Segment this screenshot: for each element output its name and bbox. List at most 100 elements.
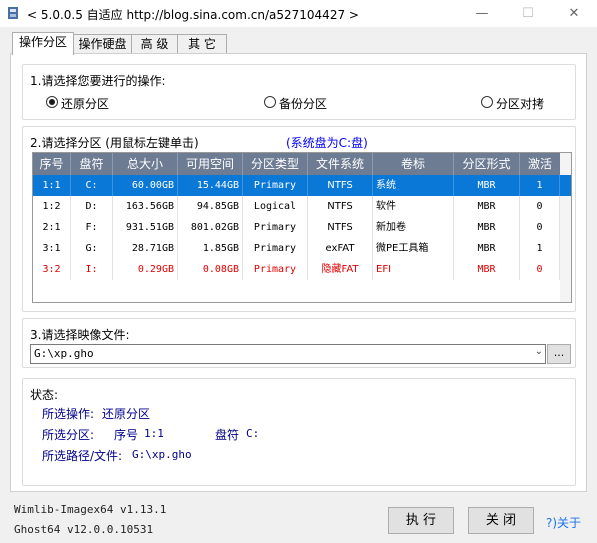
cell-type: Logical bbox=[243, 196, 308, 217]
cell-active: 1 bbox=[520, 238, 560, 259]
cell-form: MBR bbox=[454, 238, 520, 259]
status-part-idx: 1:1 bbox=[144, 427, 164, 440]
cell-letter: F: bbox=[71, 217, 113, 238]
partition-table[interactable]: 序号 盘符 总大小 可用空间 分区类型 文件系统 卷标 分区形式 激活 1:1 C… bbox=[32, 152, 572, 303]
table-row[interactable]: 2:1 F: 931.51GB 801.02GB Primary NTFS 新加卷 MBR 0 bbox=[33, 217, 571, 238]
cell-type: Primary bbox=[243, 217, 308, 238]
image-prompt: 3.请选择映像文件: bbox=[30, 328, 130, 342]
cell-fs: exFAT bbox=[308, 238, 373, 259]
image-file-combo[interactable]: G:\xp.gho ⌄ bbox=[30, 344, 546, 364]
cell-total: 163.56GB bbox=[113, 196, 178, 217]
cell-active: 0 bbox=[520, 259, 560, 280]
tab-other[interactable]: 其 它 bbox=[177, 34, 227, 54]
image-file-value: G:\xp.gho bbox=[34, 347, 94, 360]
table-header: 序号 盘符 总大小 可用空间 分区类型 文件系统 卷标 分区形式 激活 bbox=[33, 153, 571, 175]
cell-label: EFI bbox=[373, 259, 454, 280]
cell-total: 60.00GB bbox=[113, 175, 178, 196]
wimlib-version: Wimlib-Imagex64 v1.13.1 bbox=[14, 503, 167, 516]
col-index[interactable]: 序号 bbox=[33, 153, 71, 175]
cell-fs: NTFS bbox=[308, 196, 373, 217]
status-op-label: 所选操作: bbox=[42, 407, 95, 421]
system-disk-note: (系统盘为C:盘) bbox=[286, 136, 368, 150]
copy-radio[interactable] bbox=[481, 96, 493, 108]
cell-type: Primary bbox=[243, 175, 308, 196]
col-active[interactable]: 激活 bbox=[520, 153, 560, 175]
backup-radio[interactable] bbox=[264, 96, 276, 108]
cell-fs: 隐藏FAT bbox=[308, 259, 373, 280]
cell-total: 28.71GB bbox=[113, 238, 178, 259]
cell-idx: 1:2 bbox=[33, 196, 71, 217]
cell-free: 94.85GB bbox=[178, 196, 243, 217]
status-path-value: G:\xp.gho bbox=[132, 448, 192, 461]
col-fs[interactable]: 文件系统 bbox=[308, 153, 373, 175]
title-bar: < 5.0.0.5 自适应 http://blog.sina.com.cn/a5… bbox=[0, 0, 597, 27]
col-label[interactable]: 卷标 bbox=[373, 153, 454, 175]
cell-label: 微PE工具箱 bbox=[373, 238, 454, 259]
cell-active: 1 bbox=[520, 175, 560, 196]
col-type[interactable]: 分区类型 bbox=[243, 153, 308, 175]
col-free[interactable]: 可用空间 bbox=[178, 153, 243, 175]
cell-fs: NTFS bbox=[308, 175, 373, 196]
cell-idx: 1:1 bbox=[33, 175, 71, 196]
table-row[interactable]: 1:1 C: 60.00GB 15.44GB Primary NTFS 系统 MBR 1 bbox=[33, 175, 571, 196]
cell-active: 0 bbox=[520, 217, 560, 238]
table-row[interactable]: 1:2 D: 163.56GB 94.85GB Logical NTFS 软件 MBR 0 bbox=[33, 196, 571, 217]
cell-letter: C: bbox=[71, 175, 113, 196]
status-op-value: 还原分区 bbox=[102, 407, 151, 421]
copy-label[interactable]: 分区对拷 bbox=[496, 95, 544, 112]
execute-button[interactable]: 执 行 bbox=[388, 507, 454, 534]
cell-idx: 2:1 bbox=[33, 217, 71, 238]
status-letter-label: 盘符 bbox=[215, 428, 240, 442]
tab-partition[interactable]: 操作分区 bbox=[12, 32, 74, 55]
cell-idx: 3:2 bbox=[33, 259, 71, 280]
maximize-button[interactable]: ☐ bbox=[505, 0, 551, 27]
cell-label: 软件 bbox=[373, 196, 454, 217]
cell-total: 0.29GB bbox=[113, 259, 178, 280]
status-part-idx-label: 序号 bbox=[114, 428, 139, 442]
table-row[interactable]: 3:2 I: 0.29GB 0.08GB Primary 隐藏FAT EFI MBR 0 bbox=[33, 259, 571, 280]
about-link[interactable]: ?)关于 bbox=[546, 514, 581, 531]
col-total[interactable]: 总大小 bbox=[113, 153, 178, 175]
col-form[interactable]: 分区形式 bbox=[454, 153, 520, 175]
restore-radio[interactable] bbox=[46, 96, 58, 108]
window-title: < 5.0.0.5 自适应 http://blog.sina.com.cn/a5… bbox=[27, 8, 359, 22]
table-row[interactable]: 3:1 G: 28.71GB 1.85GB Primary exFAT 微PE工具箱 MBR 1 bbox=[33, 238, 571, 259]
cell-type: Primary bbox=[243, 238, 308, 259]
status-group bbox=[22, 378, 576, 486]
close-button[interactable]: 关 闭 bbox=[468, 507, 534, 534]
status-letter: C: bbox=[246, 427, 260, 440]
cell-free: 15.44GB bbox=[178, 175, 243, 196]
browse-button[interactable]: ... bbox=[547, 344, 571, 364]
status-part-label: 所选分区: bbox=[42, 428, 95, 442]
cell-total: 931.51GB bbox=[113, 217, 178, 238]
cell-letter: D: bbox=[71, 196, 113, 217]
col-letter[interactable]: 盘符 bbox=[71, 153, 113, 175]
cell-form: MBR bbox=[454, 196, 520, 217]
tab-advanced[interactable]: 高 级 bbox=[131, 34, 178, 54]
cell-label: 系统 bbox=[373, 175, 454, 196]
cell-active: 0 bbox=[520, 196, 560, 217]
operation-prompt: 1.请选择您要进行的操作: bbox=[30, 74, 166, 88]
cell-form: MBR bbox=[454, 175, 520, 196]
minimize-button[interactable]: — bbox=[459, 0, 505, 27]
ghost-version: Ghost64 v12.0.0.10531 bbox=[14, 523, 154, 536]
cell-form: MBR bbox=[454, 217, 520, 238]
status-title: 状态: bbox=[30, 388, 59, 402]
restore-label[interactable]: 还原分区 bbox=[61, 95, 109, 112]
cell-letter: I: bbox=[71, 259, 113, 280]
tab-disk[interactable]: 操作硬盘 bbox=[73, 34, 132, 54]
cell-letter: G: bbox=[71, 238, 113, 259]
cell-free: 801.02GB bbox=[178, 217, 243, 238]
cell-fs: NTFS bbox=[308, 217, 373, 238]
status-path-label: 所选路径/文件: bbox=[42, 449, 123, 463]
close-window-button[interactable]: ✕ bbox=[551, 0, 597, 27]
cell-free: 0.08GB bbox=[178, 259, 243, 280]
cell-type: Primary bbox=[243, 259, 308, 280]
cell-form: MBR bbox=[454, 259, 520, 280]
cell-idx: 3:1 bbox=[33, 238, 71, 259]
partition-prompt: 2.请选择分区 (用鼠标左键单击) bbox=[30, 136, 199, 150]
backup-label[interactable]: 备份分区 bbox=[279, 95, 327, 112]
app-icon bbox=[8, 7, 18, 19]
chevron-down-icon[interactable]: ⌄ bbox=[535, 346, 543, 357]
cell-label: 新加卷 bbox=[373, 217, 454, 238]
